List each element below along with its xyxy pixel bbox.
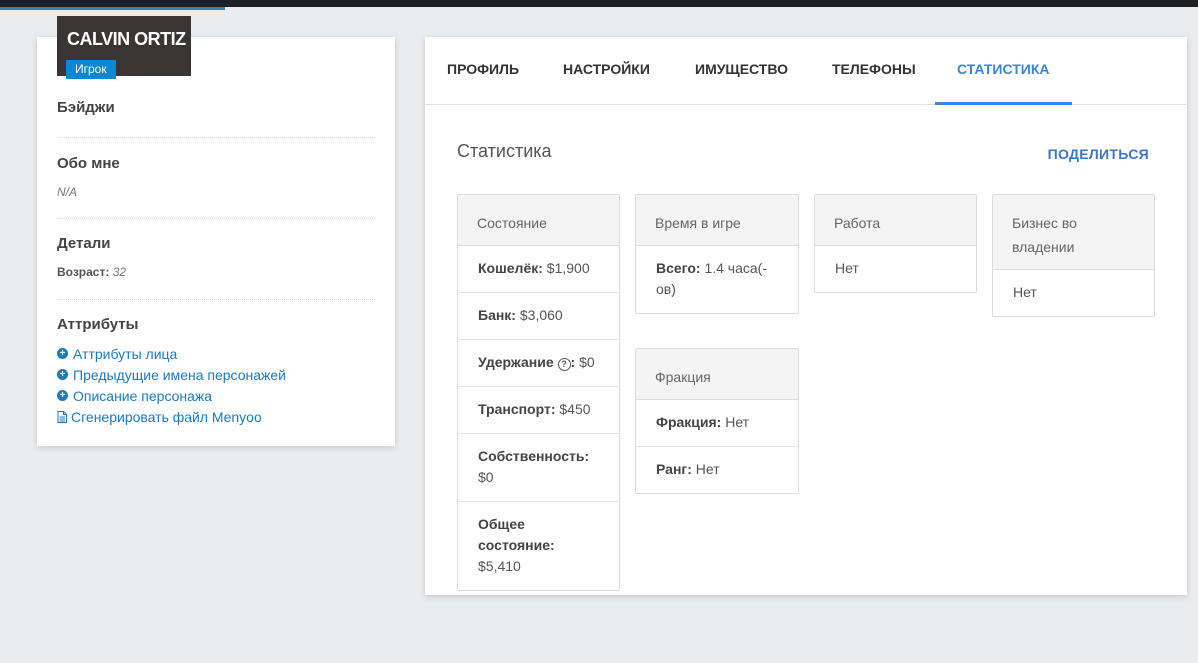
- tab-property[interactable]: ИМУЩЕСТВО: [695, 37, 788, 105]
- tab-settings[interactable]: НАСТРОЙКИ: [563, 37, 650, 105]
- age-label: Возраст:: [57, 265, 110, 279]
- stat-value: Нет: [835, 260, 859, 276]
- stat-row-job: Нет: [815, 246, 976, 292]
- stat-value: $3,060: [519, 307, 563, 323]
- job-panel: Работа Нет: [814, 194, 977, 293]
- plus-circle-icon: +: [57, 369, 68, 380]
- stat-row-transport: Транспорт: $450: [458, 387, 619, 434]
- stat-value: $1,900: [546, 260, 590, 276]
- stat-label: Кошелёк:: [478, 260, 543, 276]
- panel-header: Время в игре: [636, 195, 798, 246]
- age-line: Возраст: 32: [57, 265, 375, 279]
- plus-circle-icon: +: [57, 348, 68, 359]
- stat-row-bank: Банк: $3,060: [458, 293, 619, 340]
- badges-title: Бэйджи: [57, 99, 115, 116]
- previous-names-link[interactable]: + Предыдущие имена персонажей: [57, 364, 375, 385]
- tab-phones[interactable]: ТЕЛЕФОНЫ: [832, 37, 916, 105]
- loading-progress-bar: [0, 7, 225, 10]
- profile-sidebar-card: Бэйджи Обо мне N/A Детали Возраст: 32 Ат…: [37, 37, 395, 446]
- divider: [57, 137, 375, 138]
- panel-header: Фракция: [636, 349, 798, 400]
- stat-label: Транспорт:: [478, 401, 556, 417]
- link-label: Сгенерировать файл Menyoo: [71, 408, 262, 425]
- attributes-links: + Аттрибуты лица + Предыдущие имена перс…: [57, 343, 375, 427]
- state-panel: Состояние Кошелёк: $1,900 Банк: $3,060 У…: [457, 194, 620, 591]
- role-badge: Игрок: [66, 60, 116, 79]
- stat-label: Ранг:: [656, 461, 692, 477]
- stat-row-total-time: Всего: 1.4 часа(-ов): [636, 246, 798, 313]
- link-label: Аттрибуты лица: [73, 345, 178, 362]
- playtime-panel: Время в игре Всего: 1.4 часа(-ов): [635, 194, 799, 314]
- panel-header: Бизнес во владении: [993, 195, 1154, 270]
- statistics-title: Статистика: [457, 141, 552, 161]
- stat-label: Всего:: [656, 260, 701, 276]
- stat-label: Общее состояние:: [478, 516, 555, 553]
- stat-label: Банк:: [478, 307, 516, 323]
- plus-circle-icon: +: [57, 390, 68, 401]
- main-content-card: ПРОФИЛЬ НАСТРОЙКИ ИМУЩЕСТВО ТЕЛЕФОНЫ СТА…: [425, 37, 1187, 595]
- stat-value: $450: [559, 401, 591, 417]
- character-name: CALVIN ORTIZ: [67, 29, 186, 49]
- file-icon: [57, 410, 67, 423]
- top-bar: [0, 0, 1198, 7]
- stat-value: $0: [478, 469, 494, 485]
- faction-panel: Фракция Фракция: Нет Ранг: Нет: [635, 348, 799, 494]
- panel-header: Работа: [815, 195, 976, 246]
- stat-row-rank: Ранг: Нет: [636, 447, 798, 493]
- stat-label: Собственность:: [478, 448, 590, 464]
- stat-row-total: Общее состояние: $5,410: [458, 502, 619, 590]
- stat-row-withholding: Удержание ?: $0: [458, 340, 619, 387]
- stat-row-business: Нет: [993, 270, 1154, 316]
- face-attributes-link[interactable]: + Аттрибуты лица: [57, 343, 375, 364]
- generate-menyoo-link[interactable]: Сгенерировать файл Menyoo: [57, 406, 375, 427]
- character-description-link[interactable]: + Описание персонажа: [57, 385, 375, 406]
- about-value: N/A: [57, 185, 78, 199]
- stat-value: Нет: [1013, 284, 1037, 300]
- stat-row-wallet: Кошелёк: $1,900: [458, 246, 619, 293]
- tab-bar: ПРОФИЛЬ НАСТРОЙКИ ИМУЩЕСТВО ТЕЛЕФОНЫ СТА…: [425, 37, 1187, 105]
- character-name-badge: CALVIN ORTIZ Игрок: [57, 16, 191, 79]
- stat-value: $5,410: [478, 558, 521, 574]
- stat-row-property: Собственность: $0: [458, 434, 619, 502]
- age-value: 32: [112, 265, 127, 279]
- business-panel: Бизнес во владении Нет: [992, 194, 1155, 317]
- tab-statistics[interactable]: СТАТИСТИКА: [935, 37, 1071, 105]
- stat-label: Фракция:: [656, 414, 722, 430]
- details-title: Детали: [57, 235, 111, 252]
- divider: [57, 299, 375, 300]
- link-label: Описание персонажа: [73, 387, 213, 404]
- stat-value: Нет: [725, 414, 750, 430]
- details-section: Детали Возраст: 32: [57, 235, 375, 279]
- stat-label: Удержание: [478, 354, 554, 370]
- tab-profile[interactable]: ПРОФИЛЬ: [447, 37, 519, 105]
- badges-section: Бэйджи: [57, 99, 375, 116]
- attributes-section: Аттрибуты + Аттрибуты лица + Предыдущие …: [57, 316, 375, 427]
- link-label: Предыдущие имена персонажей: [73, 366, 286, 383]
- stat-value: $0: [579, 354, 595, 370]
- attributes-title: Аттрибуты: [57, 316, 139, 333]
- help-icon[interactable]: ?: [557, 358, 571, 371]
- stat-row-faction: Фракция: Нет: [636, 400, 798, 447]
- stat-value: Нет: [695, 461, 720, 477]
- about-title: Обо мне: [57, 155, 120, 172]
- panel-header: Состояние: [458, 195, 619, 246]
- share-button[interactable]: ПОДЕЛИТЬСЯ: [1048, 146, 1149, 162]
- about-section: Обо мне N/A: [57, 155, 375, 199]
- divider: [57, 218, 375, 219]
